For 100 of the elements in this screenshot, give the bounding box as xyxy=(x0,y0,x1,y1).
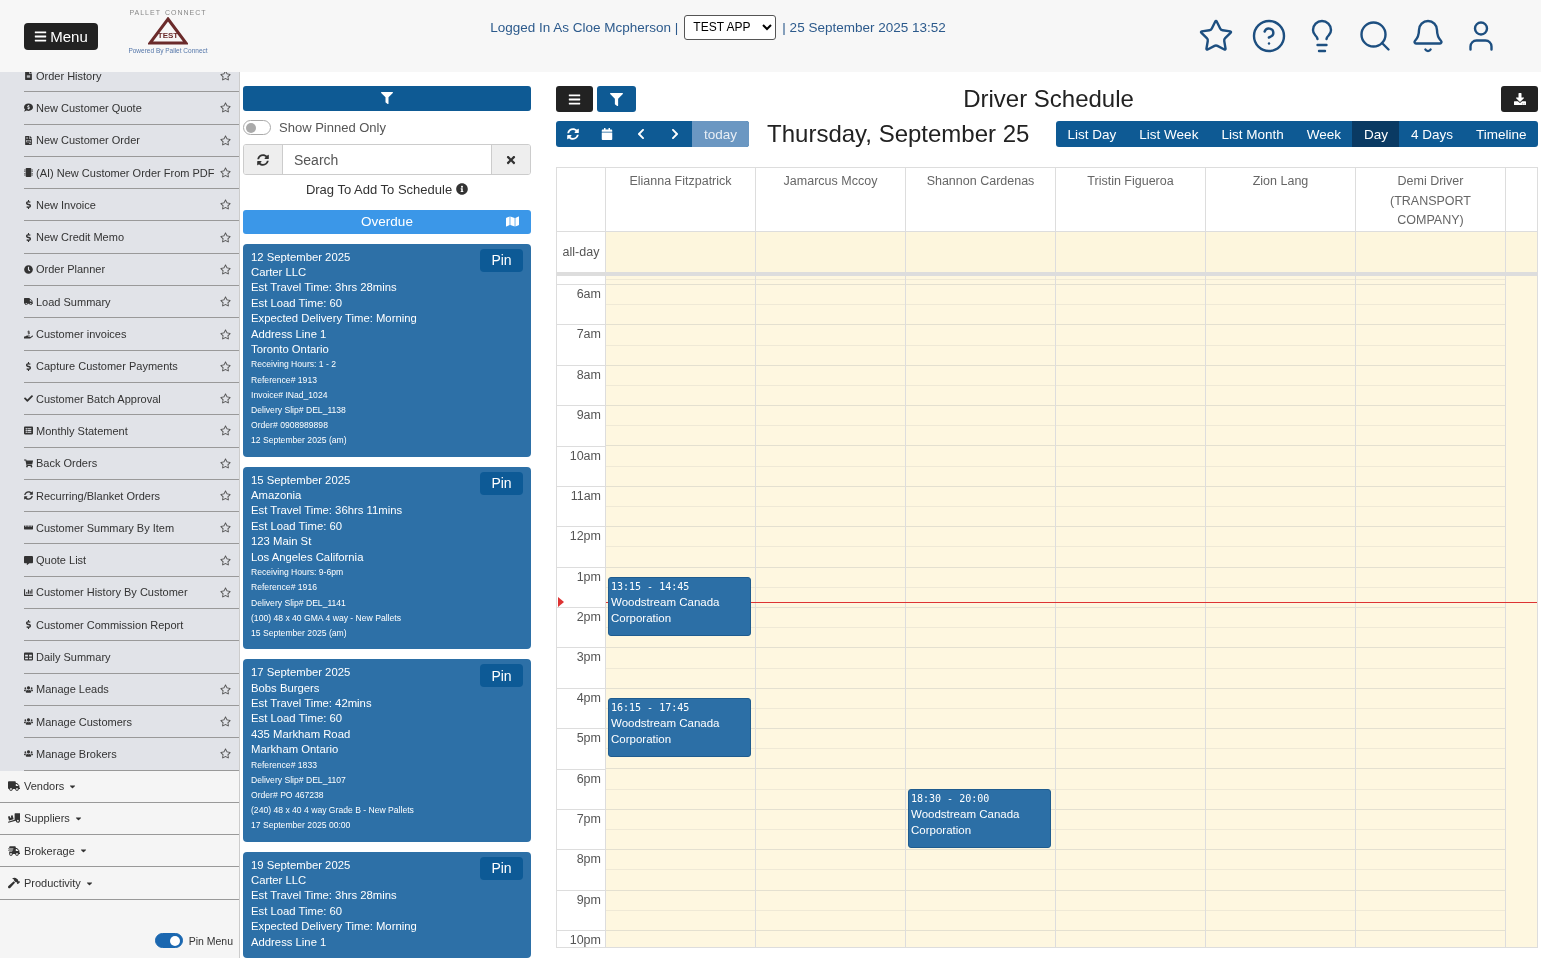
schedule-column[interactable]: 13:15 - 14:45 Woodstream Canada Corporation 16:15 - 17:45 Woodstream Canada Corporation xyxy=(606,276,756,947)
star-icon[interactable] xyxy=(220,586,231,598)
pin-menu-toggle[interactable] xyxy=(154,933,183,948)
menu-item[interactable]: Daily Summary xyxy=(36,651,231,663)
all-day-cell[interactable] xyxy=(1506,232,1537,272)
order-line: 15 September 2025 xyxy=(251,472,351,488)
menu-group[interactable]: Brokerage xyxy=(24,844,75,857)
order-card[interactable] xyxy=(243,243,531,457)
star-icon[interactable] xyxy=(220,425,231,437)
menu-item[interactable]: New Credit Memo xyxy=(36,231,217,244)
menu-item[interactable]: Capture Customer Payments xyxy=(36,360,217,373)
star-icon[interactable] xyxy=(220,457,231,469)
search-box[interactable]: Search xyxy=(243,143,531,176)
view-tab[interactable]: 4 Days xyxy=(1399,121,1465,147)
view-tab[interactable]: List Day xyxy=(1056,121,1128,147)
menu-item[interactable]: Manage Brokers xyxy=(36,747,217,760)
star-icon[interactable] xyxy=(220,490,231,501)
star-icon[interactable] xyxy=(220,748,231,760)
download-button[interactable] xyxy=(1501,86,1538,112)
sync-icon xyxy=(24,491,33,500)
refresh-icon xyxy=(567,128,579,140)
menu-item[interactable]: Order Planner xyxy=(36,263,217,276)
menu-item[interactable]: Customer invoices xyxy=(36,328,217,340)
star-icon[interactable] xyxy=(220,199,231,211)
menu-item[interactable]: Manage Customers xyxy=(36,715,217,728)
menu-item[interactable]: Load Summary xyxy=(36,295,217,308)
order-card[interactable] xyxy=(243,466,531,650)
view-tab[interactable]: Day xyxy=(1352,121,1400,147)
star-icon[interactable] xyxy=(220,134,231,146)
star-icon[interactable] xyxy=(220,167,231,179)
clear-button[interactable] xyxy=(492,144,530,175)
order-card[interactable] xyxy=(243,659,531,842)
search-field[interactable]: Search xyxy=(282,144,492,175)
menu-button[interactable]: Menu xyxy=(24,22,98,50)
all-day-cell[interactable] xyxy=(606,232,756,272)
view-tab[interactable]: List Month xyxy=(1209,121,1296,147)
menu-item[interactable]: New Invoice xyxy=(36,198,217,211)
app-select[interactable]: TEST APP xyxy=(684,14,777,40)
hour-label: 6pm xyxy=(557,768,605,809)
star-icon[interactable] xyxy=(220,296,231,308)
star-icon[interactable] xyxy=(220,328,231,340)
schedule-column[interactable]: 18:30 - 20:00 Woodstream Canada Corporation xyxy=(906,276,1056,947)
star-icon[interactable] xyxy=(220,393,231,405)
calendar-icon xyxy=(601,128,613,140)
all-day-cell[interactable] xyxy=(1206,232,1356,272)
pin-button[interactable]: Pin xyxy=(480,471,523,495)
pin-button[interactable]: Pin xyxy=(480,664,523,688)
order-line: Carter LLC xyxy=(251,265,307,280)
star-icon[interactable] xyxy=(220,716,231,728)
map-icon[interactable] xyxy=(506,214,519,228)
search-icon[interactable] xyxy=(1357,18,1393,54)
info-icon[interactable] xyxy=(456,183,469,196)
star-icon[interactable] xyxy=(220,263,231,275)
menu-item[interactable]: Monthly Statement xyxy=(36,424,217,437)
view-tab[interactable]: Timeline xyxy=(1464,121,1538,147)
star-icon[interactable] xyxy=(220,72,231,82)
schedule-event[interactable]: 16:15 - 17:45 Woodstream Canada Corporation xyxy=(608,697,751,758)
show-pinned-toggle[interactable] xyxy=(243,120,271,136)
menu-list-button[interactable] xyxy=(556,86,593,112)
order-line: Markham Ontario xyxy=(251,742,339,758)
menu-item[interactable]: Order History xyxy=(36,72,217,82)
menu-item[interactable]: New Customer Quote xyxy=(36,101,217,114)
menu-group[interactable]: Productivity xyxy=(24,877,81,890)
refresh-button[interactable] xyxy=(244,144,282,175)
star-icon[interactable] xyxy=(220,522,231,534)
schedule-event[interactable]: 13:15 - 14:45 Woodstream Canada Corporation xyxy=(608,576,751,637)
all-day-cell[interactable] xyxy=(1056,232,1206,272)
document-icon xyxy=(24,72,33,81)
all-day-cell[interactable] xyxy=(756,232,906,272)
filter-button[interactable] xyxy=(597,86,636,112)
menu-item[interactable]: Recurring/Blanket Orders xyxy=(36,489,217,502)
pin-button[interactable]: Pin xyxy=(480,248,523,272)
menu-group[interactable]: Suppliers xyxy=(24,812,70,825)
pin-button[interactable]: Pin xyxy=(480,856,523,880)
star-icon[interactable] xyxy=(220,102,231,114)
star-icon[interactable] xyxy=(220,360,231,372)
menu-item[interactable]: Customer History By Customer xyxy=(36,586,217,599)
menu-item[interactable]: Manage Leads xyxy=(36,683,217,696)
star-icon[interactable] xyxy=(1198,18,1234,54)
menu-item[interactable]: (AI) New Customer Order From PDF xyxy=(36,166,217,179)
star-icon[interactable] xyxy=(220,683,231,695)
help-icon[interactable] xyxy=(1251,18,1287,54)
menu-item[interactable]: Back Orders xyxy=(36,457,217,470)
menu-item[interactable]: Customer Summary By Item xyxy=(36,521,217,534)
all-day-cell[interactable] xyxy=(906,232,1056,272)
menu-item[interactable]: Customer Batch Approval xyxy=(36,392,217,405)
view-tab[interactable]: List Week xyxy=(1127,121,1210,147)
all-day-cell[interactable] xyxy=(1356,232,1506,272)
schedule-event[interactable]: 18:30 - 20:00 Woodstream Canada Corporation xyxy=(908,788,1051,849)
star-icon[interactable] xyxy=(220,554,231,566)
menu-item[interactable]: Quote List xyxy=(36,554,217,567)
order-card[interactable]: 19 September 2025 Pin Carter LLC Est Travel Time: 3hrs 28mins Est Load Time: 60 Expected Delivery Time: Morning Address Line 1 xyxy=(243,851,531,958)
driver-name: Shannon Cardenas xyxy=(926,173,1035,190)
star-icon[interactable] xyxy=(220,231,231,243)
menu-item[interactable]: Customer Commission Report xyxy=(36,618,231,631)
bell-icon[interactable] xyxy=(1410,18,1446,54)
order-detail: Delivery Slip# DEL_1138 xyxy=(251,404,346,418)
menu-item[interactable]: New Customer Order xyxy=(36,134,217,147)
menu-group[interactable]: Vendors xyxy=(24,780,65,793)
view-tab[interactable]: Week xyxy=(1295,121,1353,147)
